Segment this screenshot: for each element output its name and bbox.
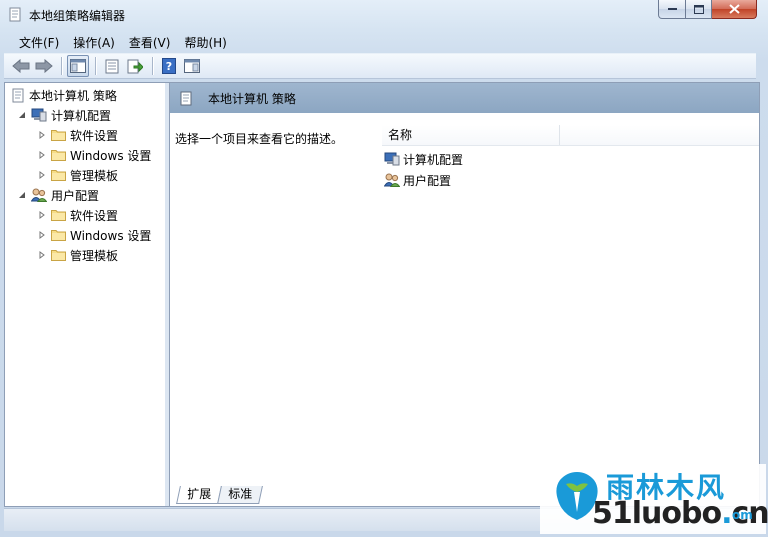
description-text: 选择一个项目来查看它的描述。 bbox=[175, 132, 344, 146]
expand-arrow-icon[interactable] bbox=[37, 210, 47, 220]
minimize-icon bbox=[667, 8, 677, 10]
collapse-arrow-icon[interactable] bbox=[17, 190, 27, 200]
list-item-label: 用户配置 bbox=[403, 173, 452, 188]
console-tree-icon bbox=[70, 59, 86, 73]
forward-arrow-icon bbox=[35, 59, 53, 73]
minimize-button[interactable] bbox=[658, 0, 686, 19]
watermark-url-dot: . bbox=[721, 496, 732, 531]
menu-view[interactable]: 查看(V) bbox=[122, 30, 178, 52]
tab-label: 标准 bbox=[228, 487, 253, 501]
list-item-computer-config[interactable]: 计算机配置 bbox=[384, 150, 463, 168]
close-button[interactable] bbox=[712, 0, 757, 19]
back-button[interactable] bbox=[10, 55, 32, 77]
details-header: 本地计算机 策略 bbox=[170, 83, 759, 113]
tree-item-computer-software-settings[interactable]: 软件设置 bbox=[37, 126, 118, 144]
folder-icon bbox=[51, 130, 66, 141]
details-header-title: 本地计算机 策略 bbox=[208, 91, 296, 106]
toolbar: ? bbox=[4, 53, 756, 79]
tree-label: Windows 设置 bbox=[70, 228, 152, 243]
item-list: 名称 计算机配置 用户配置 bbox=[376, 113, 759, 483]
show-hide-console-tree-button[interactable] bbox=[67, 55, 89, 77]
back-arrow-icon bbox=[12, 59, 30, 73]
expand-arrow-icon[interactable] bbox=[37, 130, 47, 140]
content-area: 本地计算机 策略 计算机配置 软件设置 Windows 设置 管理模板 用户配置… bbox=[4, 82, 760, 507]
list-item-user-config[interactable]: 用户配置 bbox=[384, 171, 451, 189]
view-tabs: 扩展 标准 bbox=[170, 484, 263, 504]
list-header: 名称 bbox=[382, 125, 759, 146]
svg-text:?: ? bbox=[166, 60, 172, 73]
caption-buttons bbox=[658, 0, 757, 20]
tree-label: Windows 设置 bbox=[70, 148, 152, 163]
folder-icon bbox=[51, 170, 66, 181]
window-title: 本地组策略编辑器 bbox=[29, 9, 126, 23]
expand-arrow-icon[interactable] bbox=[37, 170, 47, 180]
maximize-button[interactable] bbox=[686, 0, 712, 19]
folder-icon bbox=[51, 210, 66, 221]
tree-label: 计算机配置 bbox=[51, 108, 112, 123]
menu-help[interactable]: 帮助(H) bbox=[177, 30, 233, 52]
tab-label: 扩展 bbox=[187, 487, 212, 501]
description-panel: 选择一个项目来查看它的描述。 bbox=[170, 113, 384, 483]
tree-label: 管理模板 bbox=[70, 168, 119, 183]
console-tree: 本地计算机 策略 计算机配置 软件设置 Windows 设置 管理模板 用户配置… bbox=[5, 83, 166, 506]
tree-item-root[interactable]: 本地计算机 策略 bbox=[11, 86, 117, 104]
collapse-arrow-icon[interactable] bbox=[17, 110, 27, 120]
policy-document-icon bbox=[9, 7, 21, 22]
computer-icon bbox=[31, 108, 47, 122]
show-hide-action-pane-button[interactable] bbox=[181, 55, 203, 77]
folder-icon bbox=[51, 250, 66, 261]
menu-action[interactable]: 操作(A) bbox=[66, 30, 122, 52]
close-icon bbox=[728, 4, 740, 14]
expand-arrow-icon[interactable] bbox=[37, 230, 47, 240]
computer-icon bbox=[384, 152, 400, 166]
tree-item-user-software-settings[interactable]: 软件设置 bbox=[37, 206, 118, 224]
export-list-icon bbox=[127, 59, 143, 73]
watermark: 雨林木风 51luobo.cn om bbox=[540, 464, 768, 534]
column-header-name[interactable]: 名称 bbox=[382, 125, 560, 145]
menu-file[interactable]: 文件(F) bbox=[12, 30, 66, 52]
list-item-label: 计算机配置 bbox=[403, 152, 464, 167]
forward-button[interactable] bbox=[33, 55, 55, 77]
toolbar-separator bbox=[152, 57, 153, 75]
folder-icon bbox=[51, 230, 66, 241]
tree-item-computer-windows-settings[interactable]: Windows 设置 bbox=[37, 146, 151, 164]
action-pane-icon bbox=[184, 59, 200, 73]
users-icon bbox=[31, 188, 47, 202]
tree-item-user-windows-settings[interactable]: Windows 设置 bbox=[37, 226, 151, 244]
policy-document-icon bbox=[12, 88, 24, 102]
tab-standard[interactable]: 标准 bbox=[217, 486, 263, 504]
tab-extended[interactable]: 扩展 bbox=[176, 486, 222, 504]
tree-label: 本地计算机 策略 bbox=[29, 86, 117, 104]
watermark-url-tail: om bbox=[732, 508, 753, 522]
tree-label: 管理模板 bbox=[70, 248, 119, 263]
help-button[interactable]: ? bbox=[158, 55, 180, 77]
title-bar[interactable]: 本地组策略编辑器 bbox=[0, 0, 768, 30]
tree-label: 软件设置 bbox=[70, 128, 119, 143]
tree-item-user-config[interactable]: 用户配置 bbox=[17, 186, 99, 204]
menu-bar: 文件(F) 操作(A) 查看(V) 帮助(H) bbox=[0, 30, 760, 52]
watermark-url-main: 51luobo bbox=[592, 496, 722, 531]
policy-document-icon bbox=[180, 91, 192, 105]
expand-arrow-icon[interactable] bbox=[37, 250, 47, 260]
export-list-button[interactable] bbox=[124, 55, 146, 77]
tree-label: 软件设置 bbox=[70, 208, 119, 223]
properties-button[interactable] bbox=[101, 55, 123, 77]
tree-item-user-admin-templates[interactable]: 管理模板 bbox=[37, 246, 118, 264]
details-pane: 本地计算机 策略 选择一个项目来查看它的描述。 名称 计算机配置 用户配置 扩展… bbox=[170, 83, 759, 506]
folder-icon bbox=[51, 150, 66, 161]
tree-item-computer-config[interactable]: 计算机配置 bbox=[17, 106, 111, 124]
expand-arrow-icon[interactable] bbox=[37, 150, 47, 160]
properties-icon bbox=[105, 59, 119, 73]
help-icon: ? bbox=[162, 58, 176, 74]
toolbar-separator bbox=[61, 57, 62, 75]
maximize-icon bbox=[693, 4, 704, 14]
tree-label: 用户配置 bbox=[51, 188, 100, 203]
toolbar-separator bbox=[95, 57, 96, 75]
main-window: 本地组策略编辑器 文件(F) 操作(A) 查看(V) 帮助(H) ? 本地计算机… bbox=[0, 0, 768, 537]
tree-item-computer-admin-templates[interactable]: 管理模板 bbox=[37, 166, 118, 184]
users-icon bbox=[384, 173, 400, 187]
